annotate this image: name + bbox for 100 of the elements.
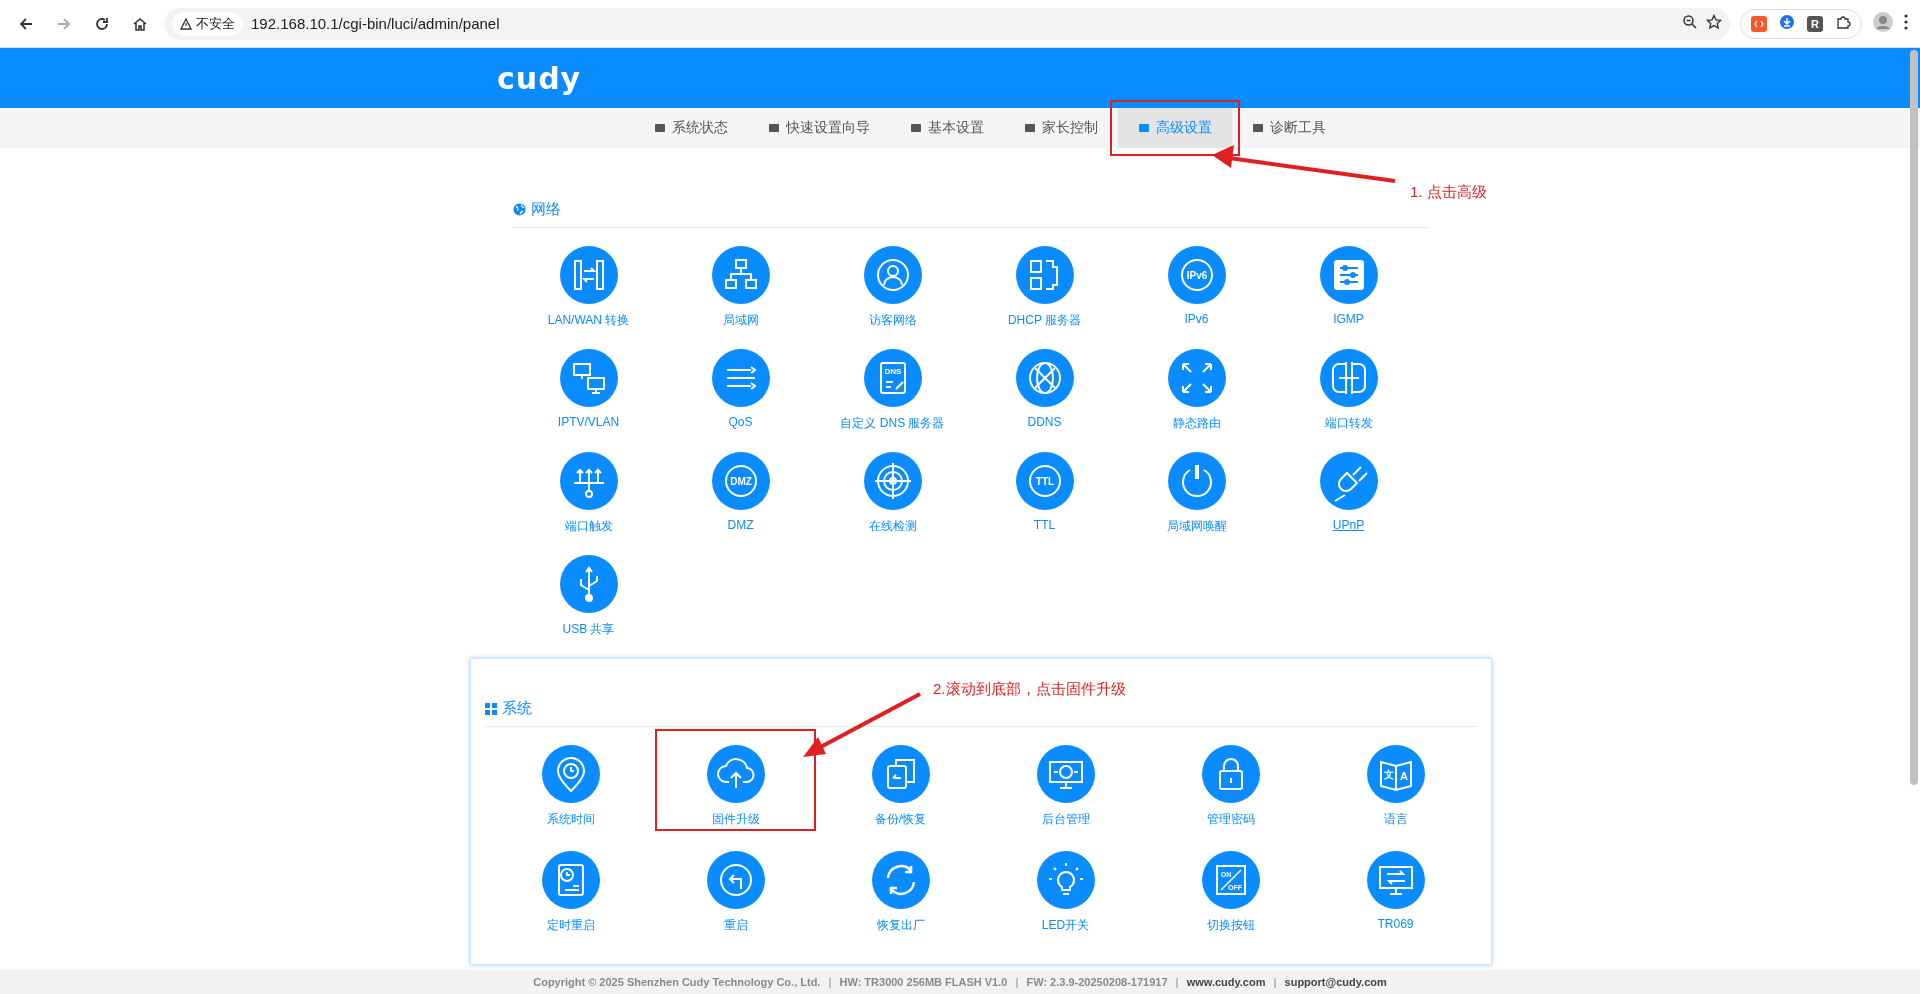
port-arrows-icon <box>1319 349 1378 407</box>
document-pen-drawing <box>879 362 906 394</box>
tile-label: USB 共享 <box>562 621 615 638</box>
settings-tile[interactable]: 静态路由 <box>1120 331 1273 434</box>
settings-tile[interactable]: DHCP 服务器 <box>968 228 1121 331</box>
settings-tile[interactable]: IPTV/VLAN <box>512 331 665 434</box>
tile-label: UPnP <box>1332 518 1365 532</box>
settings-tile[interactable]: UPnP <box>1272 434 1425 537</box>
tile-label: 访客网络 <box>868 312 917 329</box>
icon-label: TTL <box>1035 476 1054 487</box>
tile-label: TTL <box>1033 518 1056 532</box>
tile-label: 切换按钮 <box>1206 917 1255 934</box>
warning-icon <box>180 17 192 30</box>
light-bulb-icon <box>1036 851 1095 909</box>
settings-tile[interactable]: QoS <box>664 331 817 434</box>
logo: cudy <box>497 60 582 96</box>
tile-label: LED开关 <box>1041 917 1090 934</box>
tile-label: 静态路由 <box>1172 415 1221 432</box>
tile-label: DHCP 服务器 <box>1007 312 1082 329</box>
settings-tile[interactable]: DNS 自定义 DNS 服务器 <box>816 331 969 434</box>
extension-icon[interactable] <box>1751 15 1767 32</box>
settings-tile[interactable]: 固件升级 <box>653 727 818 833</box>
globe-icon <box>512 203 526 216</box>
settings-tile[interactable]: 端口转发 <box>1272 331 1425 434</box>
refresh-icon <box>871 851 930 909</box>
security-warning[interactable]: 不安全 <box>172 11 243 36</box>
settings-tile[interactable]: 恢复出厂 <box>818 833 983 939</box>
settings-tile[interactable]: TTL TTL <box>968 434 1121 537</box>
icon-label: DMZ <box>729 476 752 487</box>
settings-tile[interactable]: 管理密码 <box>1148 727 1313 833</box>
tile-label: 固件升级 <box>711 811 760 828</box>
tile-label: 端口触发 <box>564 518 613 535</box>
monitors-icon <box>559 349 618 407</box>
copy-arrows-icon <box>871 745 930 803</box>
settings-tile[interactable]: 重启 <box>653 833 818 939</box>
split-arrows-icon <box>559 452 618 510</box>
monitor-arrows-icon <box>1366 851 1425 909</box>
footer-text: Copyright © 2025 Shenzhen Cudy Technology Co., Ltd. <box>533 976 821 988</box>
settings-tile[interactable]: 后台管理 <box>983 727 1148 833</box>
tile-label: 管理密码 <box>1206 811 1255 828</box>
icon-label: A <box>1399 770 1408 782</box>
tile-label: 重启 <box>723 917 748 934</box>
icon-label: 文 <box>1383 769 1394 780</box>
settings-tile[interactable]: 在线检测 <box>816 434 969 537</box>
usb-icon <box>559 555 618 613</box>
nav-tab[interactable]: 基本设置 <box>890 108 1004 148</box>
nav-tab[interactable]: 系统状态 <box>634 108 748 148</box>
clock-pin-icon <box>541 745 600 803</box>
settings-tile[interactable]: DMZ DMZ <box>664 434 817 537</box>
swap-arrows-icon <box>559 246 618 304</box>
settings-tile[interactable]: LED开关 <box>983 833 1148 939</box>
settings-tile[interactable]: 备份/恢复 <box>818 727 983 833</box>
tile-label: QoS <box>728 415 753 429</box>
extension-button[interactable]: R <box>1807 15 1823 32</box>
settings-tile[interactable]: 系统时间 <box>488 727 653 833</box>
tile-label: 恢复出厂 <box>876 917 925 934</box>
scrollbar[interactable] <box>1910 50 1918 785</box>
globe-icon <box>1015 349 1074 407</box>
address-bar[interactable]: 不安全 192.168.10.1/cgi-bin/luci/admin/panel <box>164 7 1730 40</box>
tile-label: 局域网唤醒 <box>1166 518 1227 535</box>
target-icon <box>863 452 922 510</box>
tile-label: 备份/恢复 <box>874 811 927 828</box>
settings-tile[interactable]: USB 共享 <box>512 537 665 640</box>
tile-label: 后台管理 <box>1041 811 1090 828</box>
icon-label: DNS <box>884 367 901 376</box>
tile-label: TR069 <box>1377 917 1414 931</box>
settings-tile[interactable]: 文 A 语言 <box>1313 727 1478 833</box>
nav-tab[interactable]: 家长控制 <box>1004 108 1118 148</box>
section-title: 网络 <box>530 200 561 219</box>
settings-tile[interactable]: IPv6 IPv6 <box>1120 228 1273 331</box>
footer-text: FW: 2.3.9-20250208-171917 <box>1026 976 1168 988</box>
footer-link[interactable]: www.cudy.com <box>1186 976 1266 988</box>
tile-label: IGMP <box>1333 312 1364 326</box>
settings-tile[interactable]: 端口触发 <box>512 434 665 537</box>
settings-tile[interactable]: LAN/WAN 转换 <box>512 228 665 331</box>
footer-link[interactable]: support@cudy.com <box>1284 976 1387 988</box>
separator: | <box>1015 976 1019 988</box>
section-title: 系统 <box>502 699 532 718</box>
settings-tile[interactable]: IGMP <box>1272 228 1425 331</box>
padlock-icon <box>1201 745 1260 803</box>
grid-icon <box>485 702 497 715</box>
separator: | <box>1175 976 1179 988</box>
settings-tile[interactable]: 局域网 <box>664 228 817 331</box>
network-topology-icon <box>711 246 770 304</box>
nav-tab[interactable]: 诊断工具 <box>1232 108 1346 148</box>
settings-tile[interactable]: 定时重启 <box>488 833 653 939</box>
settings-tile[interactable]: TR069 <box>1313 833 1478 939</box>
nav-tab[interactable]: 快速设置向导 <box>748 108 890 148</box>
tile-label: DDNS <box>1027 415 1062 429</box>
plug-icon <box>1319 452 1378 510</box>
icon-label: IPv6 <box>1186 270 1207 281</box>
arrows-right-icon <box>711 349 770 407</box>
clock-document-icon <box>541 851 600 909</box>
settings-tile[interactable]: 局域网唤醒 <box>1120 434 1273 537</box>
tile-label: 自定义 DNS 服务器 <box>840 415 945 432</box>
expand-arrows-icon <box>1167 349 1226 407</box>
nav-tab[interactable]: 高级设置 <box>1118 108 1232 148</box>
settings-tile[interactable]: DDNS <box>968 331 1121 434</box>
annotation-text: 1. 点击高级 <box>1410 183 1487 202</box>
settings-tile[interactable]: 访客网络 <box>816 228 969 331</box>
